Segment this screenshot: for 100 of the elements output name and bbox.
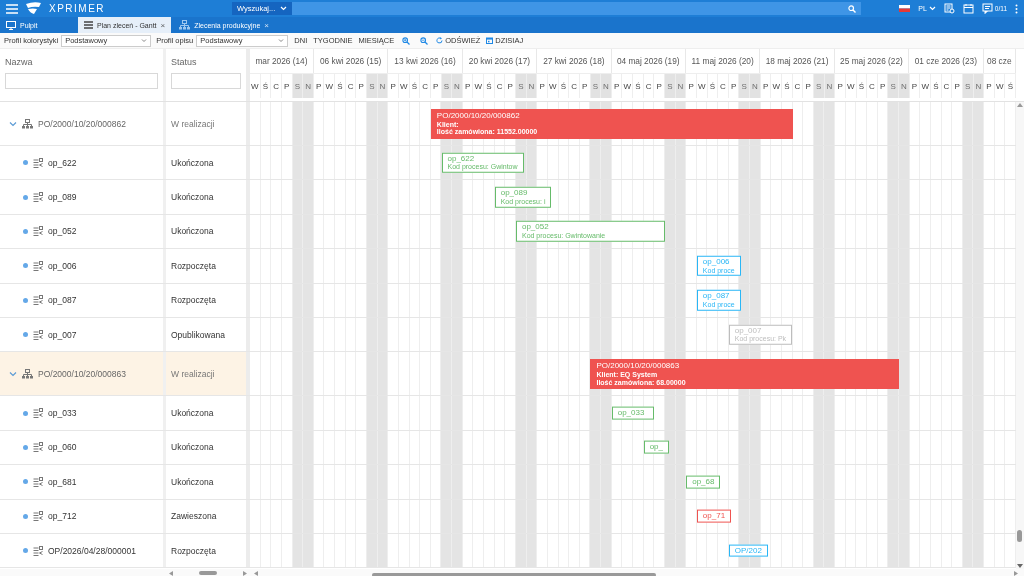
day-label: P (835, 74, 846, 98)
scroll-left-icon[interactable] (254, 570, 258, 576)
operation-name: op_087 (48, 295, 77, 306)
operation-name: op_033 (48, 408, 77, 419)
operation-icon (33, 192, 43, 203)
day-label: C (271, 74, 282, 98)
planner-icon[interactable] (943, 3, 955, 14)
status-text: Rozpoczęta (171, 545, 216, 556)
caret-icon (928, 6, 936, 11)
filter-field[interactable] (5, 73, 158, 89)
week-label: 13 kwi 2026 (16) (388, 49, 463, 73)
day-label: P (281, 74, 293, 98)
day-label: S (665, 74, 676, 98)
day-label: S (813, 74, 825, 98)
day-label: W (771, 74, 783, 98)
status-text: W realizacji (171, 368, 215, 379)
zoom-out-icon[interactable] (420, 36, 429, 45)
day-label: W (920, 74, 931, 98)
scroll-right-icon[interactable] (1014, 570, 1018, 576)
vertical-scrollbar[interactable] (1016, 102, 1024, 569)
week-label: 18 maj 2026 (21) (760, 49, 835, 73)
day-label: P (803, 74, 814, 98)
week-label: 25 maj 2026 (22) (834, 49, 910, 73)
operation-name: OP/2026/04/28/000001 (48, 545, 136, 556)
scroll-left-icon[interactable] (169, 570, 173, 576)
week-label: 04 maj 2026 (19) (611, 49, 686, 73)
day-label: W (398, 74, 410, 98)
day-label: Ś (707, 74, 719, 98)
org-chart-icon (179, 20, 191, 30)
filter-field[interactable] (171, 73, 241, 89)
column-header: Status (171, 57, 198, 67)
calendar-icon (486, 37, 494, 44)
status-text: Ukończona (171, 157, 214, 168)
operation-name: op_060 (48, 442, 77, 453)
operation-icon (33, 545, 43, 556)
dot-icon (23, 548, 28, 554)
operation-name: op_007 (48, 329, 77, 340)
search-field[interactable] (292, 2, 861, 15)
logo-icon (25, 2, 42, 15)
status-text: W realizacji (171, 118, 215, 129)
scroll-thumb[interactable] (372, 572, 656, 576)
day-label: Ś (1005, 74, 1017, 98)
day-label: P (388, 74, 399, 98)
operation-name: op_052 (48, 226, 77, 237)
day-label: P (462, 74, 474, 98)
chevron-icon[interactable] (9, 370, 17, 377)
day-label: C (792, 74, 804, 98)
operation-icon (33, 511, 43, 522)
more-icon[interactable] (1015, 3, 1018, 14)
operation-icon (33, 442, 43, 453)
day-label: P (984, 74, 995, 98)
day-label: N (899, 74, 910, 98)
zoom-in-icon[interactable] (402, 36, 411, 45)
operation-icon (33, 157, 43, 168)
close-icon[interactable]: × (160, 20, 166, 30)
dot-icon (23, 513, 28, 519)
day-label: P (686, 74, 697, 98)
scroll-up-icon[interactable] (1017, 102, 1023, 107)
horizontal-scrollbar[interactable] (166, 570, 250, 576)
operation-name: op_089 (48, 192, 77, 203)
status-text: Ukończona (171, 442, 214, 453)
day-label: C (718, 74, 729, 98)
operation-bar[interactable]: op_71 (696, 509, 732, 523)
monitor-icon (6, 20, 16, 30)
day-label: S (888, 74, 900, 98)
caret-icon (280, 6, 287, 11)
scroll-right-icon[interactable] (243, 570, 247, 576)
scroll-thumb[interactable] (1017, 530, 1022, 542)
day-label: N (452, 74, 463, 98)
day-label: C (420, 74, 431, 98)
caret-icon (140, 36, 149, 45)
day-label: C (643, 74, 655, 98)
order-name: PO/2000/10/20/000862 (38, 118, 126, 129)
flag-icon (899, 5, 911, 12)
week-label: 01 cze 2026 (23) (909, 49, 984, 73)
status-text: Rozpoczęta (171, 295, 216, 306)
org-chart-icon (22, 118, 33, 129)
day-label: S (367, 74, 378, 98)
calendar-icon[interactable] (962, 3, 974, 14)
day-label: P (611, 74, 623, 98)
chat-icon (981, 3, 993, 14)
week-label: mar 2026 (14) (250, 49, 314, 73)
operation-name: op_681 (48, 476, 77, 487)
status-text: Ukończona (171, 476, 214, 487)
dot-icon (23, 297, 28, 303)
chevron-icon[interactable] (9, 120, 17, 127)
week-label: 11 maj 2026 (20) (685, 49, 761, 73)
day-label: P (313, 74, 325, 98)
search-icon[interactable] (848, 4, 856, 13)
day-label: W (473, 74, 485, 98)
operation-icon (33, 295, 43, 306)
menu-icon[interactable] (6, 3, 18, 14)
day-label: P (909, 74, 921, 98)
operation-icon (33, 408, 43, 419)
list-icon (84, 21, 93, 29)
close-icon[interactable]: × (264, 20, 270, 30)
org-chart-icon (22, 368, 33, 379)
status-text: Opublikowana (171, 329, 225, 340)
scroll-thumb[interactable] (199, 571, 217, 575)
operation-icon (33, 260, 43, 271)
